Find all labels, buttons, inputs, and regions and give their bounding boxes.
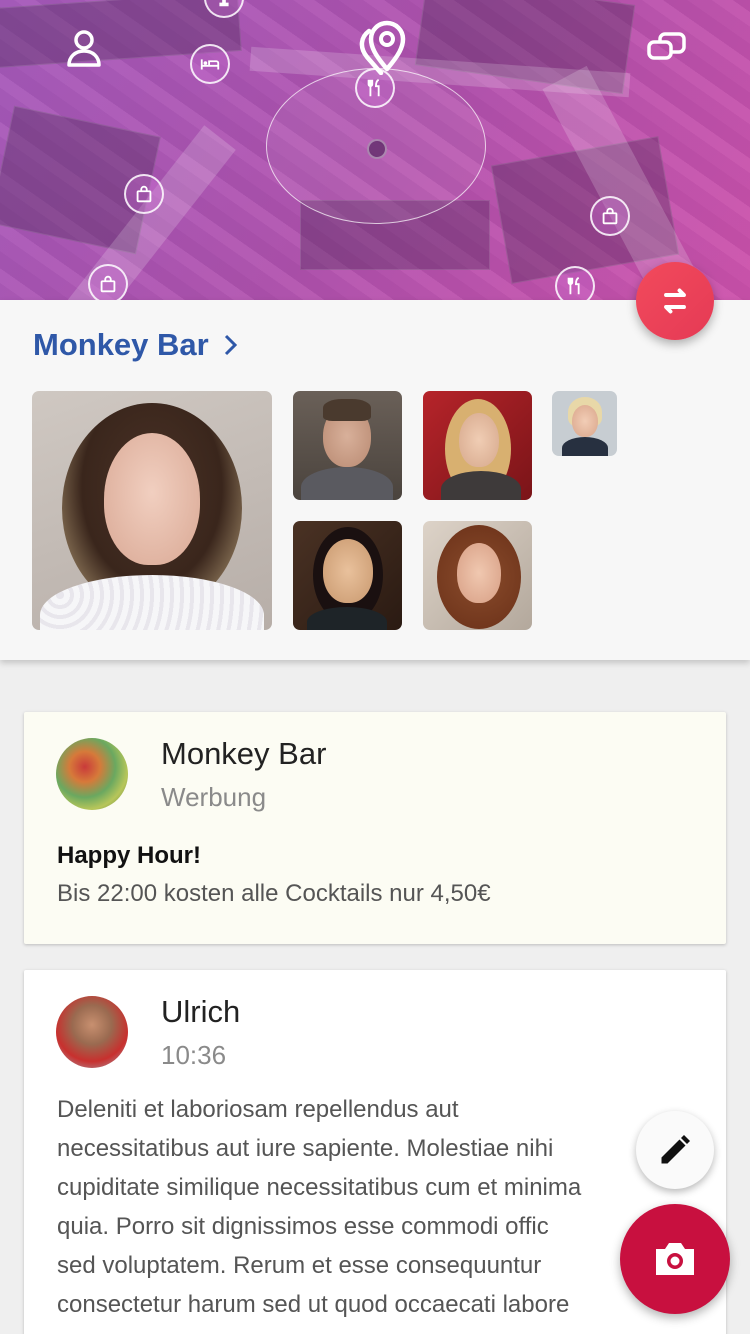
shopping-bag-icon[interactable] bbox=[88, 264, 128, 300]
visitor-photo[interactable] bbox=[423, 521, 532, 630]
current-location-dot bbox=[367, 139, 387, 159]
shopping-bag-icon[interactable] bbox=[590, 196, 630, 236]
post-line: cupiditate similique necessitatibus cum … bbox=[57, 1174, 582, 1201]
person-outline-icon[interactable] bbox=[62, 26, 106, 70]
map-view[interactable] bbox=[0, 0, 750, 300]
visitor-photo[interactable] bbox=[293, 521, 402, 630]
ad-card[interactable]: Monkey Bar Werbung Happy Hour! Bis 22:00… bbox=[24, 712, 726, 944]
visitor-photo[interactable] bbox=[552, 391, 617, 456]
ad-headline: Happy Hour! bbox=[57, 842, 201, 869]
chevron-right-icon bbox=[224, 334, 237, 356]
post-line: sed voluptatem. Rerum et esse consequunt… bbox=[57, 1252, 542, 1279]
avatar[interactable] bbox=[56, 996, 128, 1068]
restaurant-icon[interactable] bbox=[555, 266, 595, 300]
avatar[interactable] bbox=[56, 738, 128, 810]
switch-view-button[interactable] bbox=[636, 262, 714, 340]
post-line: quia. Porro sit dignissimos esse commodi… bbox=[57, 1213, 549, 1240]
swap-icon bbox=[664, 288, 686, 314]
post-line: Deleniti et laboriosam repellendus aut bbox=[57, 1096, 459, 1123]
ad-label: Werbung bbox=[161, 782, 267, 812]
location-pin-icon[interactable] bbox=[352, 16, 416, 76]
visitor-photo[interactable] bbox=[423, 391, 532, 500]
ad-author[interactable]: Monkey Bar bbox=[161, 736, 326, 772]
camera-button[interactable] bbox=[620, 1204, 730, 1314]
post-line: necessitatibus aut iure sapiente. Molest… bbox=[57, 1135, 554, 1162]
post-body: Deleniti et laboriosam repellendus aut n… bbox=[57, 1090, 717, 1324]
post-time: 10:36 bbox=[161, 1040, 227, 1070]
pencil-icon bbox=[661, 1135, 690, 1164]
visitor-photo[interactable] bbox=[293, 391, 402, 500]
post-card[interactable]: Ulrich 10:36 Deleniti et laboriosam repe… bbox=[24, 970, 726, 1334]
post-line: consectetur harum sed ut quod occaecati … bbox=[57, 1291, 570, 1318]
post-author[interactable]: Ulrich bbox=[161, 994, 240, 1030]
hotel-icon[interactable] bbox=[190, 44, 230, 84]
ad-text: Bis 22:00 kosten alle Cocktails nur 4,50… bbox=[57, 880, 491, 907]
shopping-bag-icon[interactable] bbox=[124, 174, 164, 214]
venue-name: Monkey Bar bbox=[33, 327, 209, 362]
visitor-photo[interactable] bbox=[32, 391, 272, 630]
camera-icon bbox=[656, 1243, 694, 1275]
chat-bubbles-icon[interactable] bbox=[646, 30, 688, 66]
edit-button[interactable] bbox=[636, 1111, 714, 1189]
venue-panel: Monkey Bar bbox=[0, 300, 750, 660]
venue-title-link[interactable]: Monkey Bar bbox=[33, 327, 239, 363]
